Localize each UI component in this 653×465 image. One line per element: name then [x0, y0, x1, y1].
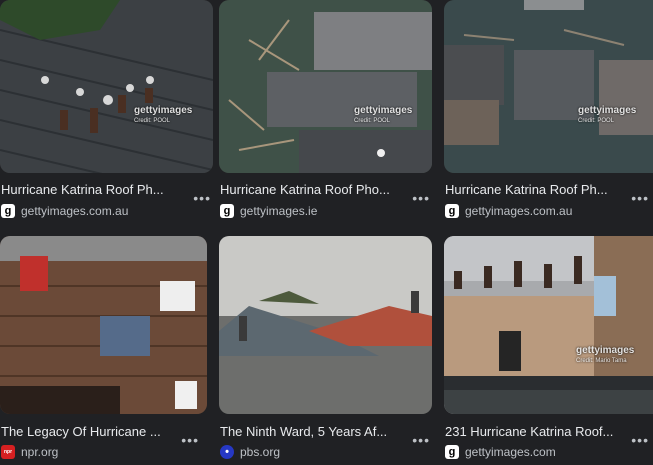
source-label: gettyimages.com.au	[465, 204, 573, 218]
result-title[interactable]: The Ninth Ward, 5 Years Af...	[220, 424, 390, 439]
result-card-1[interactable]: gettyimages Credit: POOL Hurricane Katrin…	[0, 0, 213, 218]
result-title[interactable]: Hurricane Katrina Roof Pho...	[220, 182, 390, 197]
result-source[interactable]: g gettyimages.com.au	[445, 203, 572, 219]
result-title[interactable]: Hurricane Katrina Roof Ph...	[445, 182, 615, 197]
source-label: gettyimages.com.au	[21, 204, 129, 218]
result-title[interactable]: The Legacy Of Hurricane ...	[1, 424, 171, 439]
more-options-button[interactable]: •••	[193, 190, 211, 206]
result-source[interactable]: g gettyimages.ie	[220, 203, 317, 219]
getty-g-icon: g	[445, 445, 459, 459]
result-image-6[interactable]: gettyimages Credit: Mario Tama	[444, 236, 653, 414]
source-label: gettyimages.ie	[240, 204, 318, 218]
result-source[interactable]: g gettyimages.com	[445, 444, 556, 460]
pbs-icon: •	[220, 445, 234, 459]
watermark: gettyimages Credit: Mario Tama	[576, 345, 635, 365]
getty-g-icon: g	[220, 204, 234, 218]
result-title[interactable]: Hurricane Katrina Roof Ph...	[1, 182, 171, 197]
more-options-button[interactable]: •••	[631, 190, 649, 206]
more-options-button[interactable]: •••	[412, 190, 430, 206]
result-image-4[interactable]	[0, 236, 207, 414]
result-image-2[interactable]: gettyimages Credit: POOL	[219, 0, 432, 173]
result-source[interactable]: npr npr.org	[1, 444, 58, 460]
more-options-button[interactable]: •••	[412, 432, 430, 448]
watermark: gettyimages Credit: POOL	[578, 105, 637, 125]
rooftop-survivors-image	[0, 0, 213, 173]
flooded-houses-image	[444, 0, 653, 173]
result-image-3[interactable]: gettyimages Credit: POOL	[444, 0, 653, 173]
result-card-3[interactable]: gettyimages Credit: POOL Hurricane Katrin…	[444, 0, 653, 218]
result-title[interactable]: 231 Hurricane Katrina Roof...	[445, 424, 615, 439]
flooded-rooftops-image	[219, 0, 432, 173]
npr-icon: npr	[1, 445, 15, 459]
result-source[interactable]: g gettyimages.com.au	[1, 203, 128, 219]
people-on-roof-image	[0, 236, 207, 414]
source-label: gettyimages.com	[465, 445, 556, 459]
result-card-5[interactable]: The Ninth Ward, 5 Years Af... ••• • pbs.…	[219, 236, 432, 459]
getty-g-icon: g	[1, 204, 15, 218]
more-options-button[interactable]: •••	[631, 432, 649, 448]
result-image-1[interactable]: gettyimages Credit: POOL	[0, 0, 213, 173]
watermark: gettyimages Credit: POOL	[354, 105, 413, 125]
watermark: gettyimages Credit: POOL	[134, 105, 193, 125]
more-options-button[interactable]: •••	[181, 432, 199, 448]
result-source[interactable]: • pbs.org	[220, 444, 280, 460]
ninth-ward-flood-image	[219, 236, 432, 414]
source-label: npr.org	[21, 445, 59, 459]
result-image-5[interactable]	[219, 236, 432, 414]
getty-g-icon: g	[445, 204, 459, 218]
rescue-from-roof-image	[444, 236, 653, 414]
result-card-4[interactable]: The Legacy Of Hurricane ... ••• npr npr.…	[0, 236, 207, 459]
result-card-2[interactable]: gettyimages Credit: POOL Hurricane Katrin…	[219, 0, 432, 218]
source-label: pbs.org	[240, 445, 281, 459]
result-card-6[interactable]: gettyimages Credit: Mario Tama 231 Hurric…	[444, 236, 653, 459]
